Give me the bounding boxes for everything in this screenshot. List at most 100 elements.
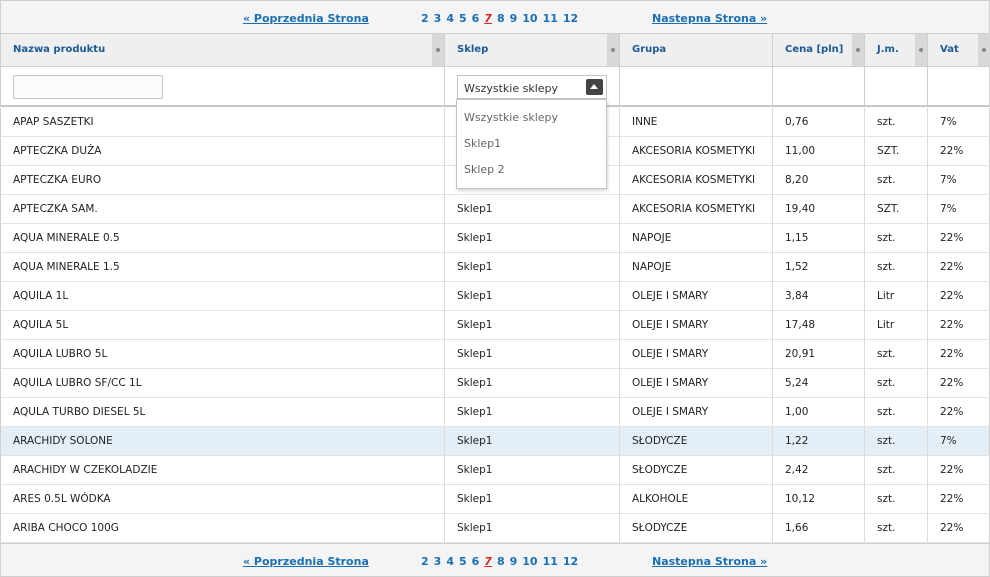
cell-price: 19,40	[773, 195, 865, 223]
page-number-link[interactable]: 8	[497, 12, 505, 25]
page-number-link[interactable]: 12	[563, 12, 578, 25]
cell-product-name: AQUA MINERALE 0.5	[1, 224, 445, 252]
table-row[interactable]: AQUA MINERALE 0.5 Sklep1 NAPOJE 1,15 szt. 22%	[0, 224, 990, 253]
page-number-link[interactable]: 2	[421, 12, 429, 25]
cell-shop: Sklep1	[445, 398, 620, 426]
page-number-link[interactable]: 11	[543, 12, 558, 25]
table-row[interactable]: ARACHIDY W CZEKOLADZIE Sklep1 SŁODYCZE 2,42…	[0, 456, 990, 485]
cell-group: NAPOJE	[620, 253, 773, 281]
table-row[interactable]: AQUILA LUBRO SF/CC 1L Sklep1 OLEJE I SMARY…	[0, 369, 990, 398]
table-header: Nazwa produktu Sklep Grupa Cena [pln] J.…	[0, 34, 990, 67]
sort-handle-icon[interactable]	[915, 34, 927, 66]
shop-option[interactable]: Sklep1	[457, 131, 606, 157]
cell-vat: 7%	[940, 435, 957, 447]
page-number-link[interactable]: 5	[459, 555, 467, 568]
cell-unit: Litr	[865, 282, 928, 310]
cell-shop: Sklep1	[445, 485, 620, 513]
cell-group: OLEJE I SMARY	[620, 311, 773, 339]
cell-group: AKCESORIA KOSMETYKI	[620, 195, 773, 223]
shop-option[interactable]: Sklep 2	[457, 157, 606, 183]
cell-unit: SZT.	[865, 195, 928, 223]
cell-product-name: AQUA MINERALE 1.5	[1, 253, 445, 281]
table-row[interactable]: ARIBA CHOCO 100G Sklep1 SŁODYCZE 1,66 szt. 22…	[0, 514, 990, 543]
column-header-vat[interactable]: Vat	[928, 34, 990, 66]
page-number-link[interactable]: 10	[522, 12, 537, 25]
cell-product-name: AQUILA 5L	[1, 311, 445, 339]
table-row[interactable]: AQUILA 1L Sklep1 OLEJE I SMARY 3,84 Litr 22%	[0, 282, 990, 311]
cell-product-name: AQUILA LUBRO 5L	[1, 340, 445, 368]
page-numbers: 2 3 4 5 6 7 8 9 10 11 12	[421, 555, 583, 568]
page-number-link[interactable]: 5	[459, 12, 467, 25]
cell-product-name: APTECZKA DUŻA	[1, 137, 445, 165]
table-row[interactable]: ARACHIDY SOLONE Sklep1 SŁODYCZE 1,22 szt. 7%	[0, 427, 990, 456]
page-number-link[interactable]: 9	[510, 12, 518, 25]
column-header-name[interactable]: Nazwa produktu	[1, 34, 445, 66]
sort-handle-icon[interactable]	[852, 34, 864, 66]
cell-group: AKCESORIA KOSMETYKI	[620, 137, 773, 165]
chevron-up-icon[interactable]	[586, 79, 603, 95]
page-number-link[interactable]: 10	[522, 555, 537, 568]
column-header-group[interactable]: Grupa	[620, 34, 773, 66]
cell-group: OLEJE I SMARY	[620, 398, 773, 426]
table-row[interactable]: ARES 0.5L WÓDKA Sklep1 ALKOHOLE 10,12 szt. 22…	[0, 485, 990, 514]
cell-group: OLEJE I SMARY	[620, 369, 773, 397]
page-number-link[interactable]: 6	[472, 12, 480, 25]
cell-unit: szt.	[865, 398, 928, 426]
cell-vat: 22%	[940, 145, 964, 157]
column-header-price[interactable]: Cena [pln]	[773, 34, 865, 66]
page-number-link[interactable]: 4	[446, 555, 454, 568]
cell-shop: Sklep1	[445, 282, 620, 310]
shop-filter-select[interactable]: Wszystkie sklepy	[457, 75, 607, 99]
cell-vat: 22%	[940, 406, 964, 418]
table-row[interactable]: AQUILA LUBRO 5L Sklep1 OLEJE I SMARY 20,91 s…	[0, 340, 990, 369]
table-row[interactable]: AQUILA 5L Sklep1 OLEJE I SMARY 17,48 Litr 22%	[0, 311, 990, 340]
page-number-link[interactable]: 7	[484, 12, 492, 25]
cell-shop: Sklep1	[445, 311, 620, 339]
column-header-shop[interactable]: Sklep	[445, 34, 620, 66]
sort-handle-icon[interactable]	[607, 34, 619, 66]
cell-unit: szt.	[865, 253, 928, 281]
cell-price: 1,00	[773, 398, 865, 426]
cell-price: 1,15	[773, 224, 865, 252]
page-number-link[interactable]: 11	[543, 555, 558, 568]
filter-cell-price	[773, 67, 865, 105]
page-number-link[interactable]: 4	[446, 12, 454, 25]
cell-group: SŁODYCZE	[620, 456, 773, 484]
page-number-link[interactable]: 2	[421, 555, 429, 568]
shop-filter-value: Wszystkie sklepy	[464, 82, 559, 95]
cell-product-name: ARES 0.5L WÓDKA	[1, 485, 445, 513]
cell-price: 10,12	[773, 485, 865, 513]
page-number-link[interactable]: 3	[434, 12, 442, 25]
cell-product-name: APAP SASZETKI	[1, 108, 445, 136]
cell-price: 11,00	[773, 137, 865, 165]
filter-cell-group	[620, 67, 773, 105]
cell-vat: 22%	[940, 464, 964, 476]
prev-page-link[interactable]: « Poprzednia Strona	[243, 12, 369, 25]
page-number-link[interactable]: 9	[510, 555, 518, 568]
cell-product-name: ARIBA CHOCO 100G	[1, 514, 445, 542]
cell-unit: SZT.	[865, 137, 928, 165]
page-number-link[interactable]: 8	[497, 555, 505, 568]
cell-vat: 22%	[940, 493, 964, 505]
table-row[interactable]: AQULA TURBO DIESEL 5L Sklep1 OLEJE I SMARY…	[0, 398, 990, 427]
cell-unit: szt.	[865, 224, 928, 252]
table-row[interactable]: AQUA MINERALE 1.5 Sklep1 NAPOJE 1,52 szt. 22%	[0, 253, 990, 282]
next-page-link[interactable]: Nastepna Strona »	[652, 555, 767, 568]
page-number-link[interactable]: 12	[563, 555, 578, 568]
page-number-link[interactable]: 3	[434, 555, 442, 568]
page-number-link[interactable]: 7	[484, 555, 492, 568]
table-row[interactable]: APTECZKA SAM. Sklep1 AKCESORIA KOSMETYKI 19…	[0, 195, 990, 224]
page-number-link[interactable]: 6	[472, 555, 480, 568]
sort-handle-icon[interactable]	[432, 34, 444, 66]
cell-product-name: APTECZKA SAM.	[1, 195, 445, 223]
prev-page-link[interactable]: « Poprzednia Strona	[243, 555, 369, 568]
column-header-unit[interactable]: J.m.	[865, 34, 928, 66]
cell-price: 1,22	[773, 427, 865, 455]
cell-product-name: AQULA TURBO DIESEL 5L	[1, 398, 445, 426]
sort-handle-icon[interactable]	[978, 34, 990, 66]
cell-unit: szt.	[865, 485, 928, 513]
shop-option[interactable]: Wszystkie sklepy	[457, 105, 606, 131]
cell-price: 5,24	[773, 369, 865, 397]
product-name-filter-input[interactable]	[13, 75, 163, 99]
next-page-link[interactable]: Nastepna Strona »	[652, 12, 767, 25]
